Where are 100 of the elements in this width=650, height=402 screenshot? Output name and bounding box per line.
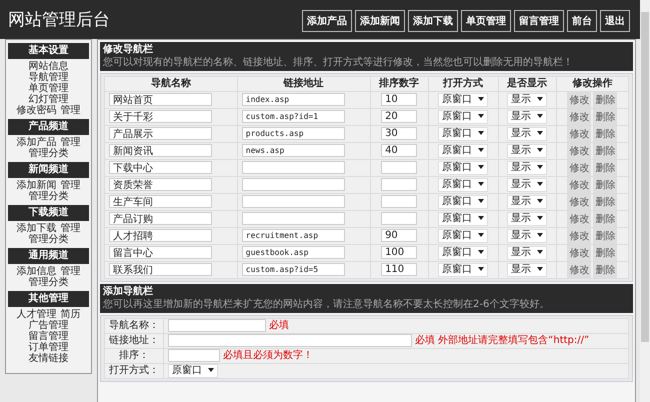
display-select[interactable]: 显示 [507,144,548,158]
action-button[interactable]: 修改 [567,177,592,193]
action-button[interactable]: 修改 [567,126,592,142]
name-field[interactable]: 生产车间 [109,195,212,208]
sidebar-link[interactable]: 修改密码 [16,105,56,116]
action-button[interactable]: 修改 [567,228,592,244]
sidebar-link[interactable]: 留言管理 [28,331,68,342]
nav-button[interactable]: 退出 [600,10,630,32]
sidebar-link[interactable]: 网站信息 [28,61,68,72]
name-field[interactable]: 关于千彩 [109,110,212,124]
input-field[interactable] [168,319,266,332]
sort-field[interactable] [381,178,418,192]
action-button[interactable]: 修改 [567,143,592,159]
nav-button[interactable]: 前台 [567,10,597,32]
action-button[interactable]: 修改 [567,109,592,125]
sidebar-link[interactable]: 管理分类 [28,277,68,288]
open-mode-select[interactable]: 原窗口 [438,195,488,209]
sidebar-link[interactable]: 单页管理 [28,83,68,94]
sidebar-link[interactable]: 友情链接 [28,353,68,364]
open-mode-select[interactable]: 原窗口 [438,93,488,107]
link-field[interactable] [242,195,345,208]
open-mode-select[interactable]: 原窗口 [438,161,488,175]
sort-field[interactable] [381,195,418,208]
sidebar-link[interactable]: 人才管理 [16,309,56,320]
action-button[interactable]: 删除 [593,262,618,278]
sort-field[interactable]: 20 [381,110,418,124]
display-select[interactable]: 显示 [507,263,548,277]
link-field[interactable]: index.asp [242,93,345,106]
sort-field[interactable]: 110 [381,263,418,276]
sidebar-link[interactable]: 管理 [60,137,80,148]
open-mode-select[interactable]: 原窗口 [438,229,488,243]
name-field[interactable]: 留言中心 [109,246,212,260]
sidebar-link[interactable]: 管理分类 [28,148,68,159]
nav-button[interactable]: 添加新闻 [355,10,405,32]
nav-button[interactable]: 添加产品 [302,10,352,32]
display-select[interactable]: 显示 [507,127,548,141]
name-field[interactable]: 人才招聘 [109,229,212,242]
open-mode-select[interactable]: 原窗口 [438,246,488,260]
display-select[interactable]: 显示 [507,110,548,124]
sidebar-link[interactable]: 幻灯管理 [28,94,68,105]
sidebar-link[interactable]: 订单管理 [28,342,68,353]
action-button[interactable]: 删除 [593,143,618,159]
display-select[interactable]: 显示 [507,246,548,260]
link-field[interactable]: recruitment.asp [242,229,345,242]
nav-button[interactable]: 添加下载 [408,10,458,32]
sort-field[interactable]: 90 [381,229,418,242]
display-select[interactable]: 显示 [507,93,548,107]
name-field[interactable]: 网站首页 [109,93,212,106]
action-button[interactable]: 修改 [567,211,592,227]
sidebar-link[interactable]: 管理分类 [28,191,68,202]
sidebar-link[interactable]: 管理分类 [28,234,68,245]
open-mode-select[interactable]: 原窗口 [438,127,488,141]
action-button[interactable]: 删除 [593,126,618,142]
sort-field[interactable]: 10 [381,93,418,106]
link-field[interactable]: guestbook.asp [242,246,345,260]
action-button[interactable]: 修改 [567,194,592,210]
name-field[interactable]: 资质荣誉 [109,178,212,192]
open-mode-select[interactable]: 原窗口 [438,110,488,124]
action-button[interactable]: 删除 [593,92,618,108]
action-button[interactable]: 修改 [567,160,592,176]
action-button[interactable]: 删除 [593,228,618,244]
link-field[interactable] [242,178,345,192]
link-field[interactable]: custom.asp?id=1 [242,110,345,124]
sidebar-link[interactable]: 添加下载 [16,223,56,234]
input-field[interactable] [168,349,220,362]
name-field[interactable]: 产品订购 [109,212,212,226]
sort-field[interactable] [381,212,418,226]
display-select[interactable]: 显示 [507,195,548,209]
action-button[interactable]: 删除 [593,194,618,210]
sort-field[interactable]: 30 [381,127,418,140]
sort-field[interactable]: 100 [381,246,418,260]
link-field[interactable] [242,161,345,174]
sort-field[interactable]: 40 [381,144,418,158]
open-mode-select[interactable]: 原窗口 [438,144,488,158]
open-mode-select[interactable]: 原窗口 [438,212,488,226]
open-mode-select[interactable]: 原窗口 [438,178,488,192]
sidebar-link[interactable]: 管理 [60,266,80,277]
sidebar-link[interactable]: 管理 [60,180,80,191]
action-button[interactable]: 删除 [593,160,618,176]
name-field[interactable]: 下载中心 [109,161,212,174]
sort-field[interactable] [381,161,418,174]
link-field[interactable]: products.asp [242,127,345,140]
open-mode-select[interactable]: 原窗口 [168,364,218,378]
action-button[interactable]: 删除 [593,109,618,125]
sidebar-link[interactable]: 简历 [60,309,80,320]
action-button[interactable]: 修改 [567,245,592,261]
name-field[interactable]: 新闻资讯 [109,144,212,158]
action-button[interactable]: 修改 [567,92,592,108]
nav-button[interactable]: 单页管理 [461,10,511,32]
sidebar-link[interactable]: 广告管理 [28,320,68,331]
input-field[interactable] [168,334,412,348]
display-select[interactable]: 显示 [507,161,548,175]
scrollbar[interactable] [640,0,650,402]
sidebar-link[interactable]: 管理 [60,105,80,116]
sidebar-link[interactable]: 添加信息 [16,266,56,277]
action-button[interactable]: 删除 [593,177,618,193]
sidebar-link[interactable]: 导航管理 [28,72,68,83]
sidebar-link[interactable]: 管理 [60,223,80,234]
display-select[interactable]: 显示 [507,212,548,226]
sidebar-link[interactable]: 添加新闻 [16,180,56,191]
